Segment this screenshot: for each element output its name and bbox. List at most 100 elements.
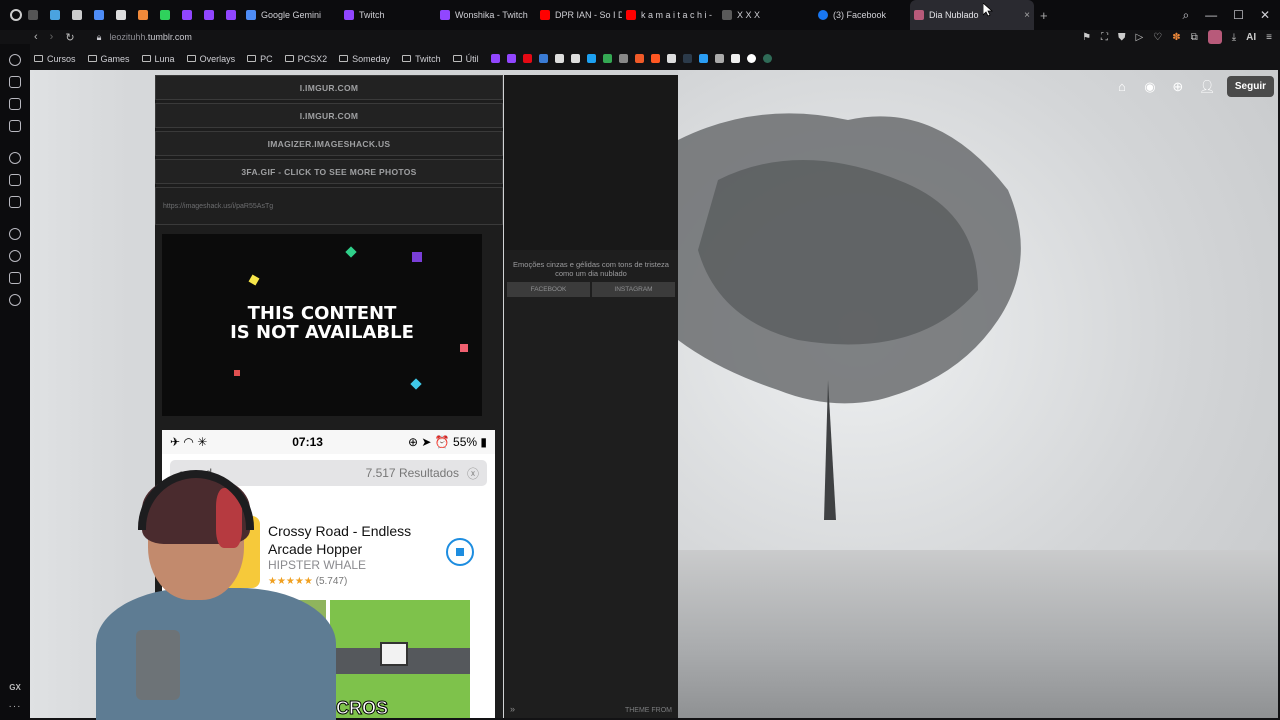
tab-dpr-ian[interactable]: DPR IAN - So I Da bbox=[536, 0, 622, 30]
menu-icon[interactable]: ≡ bbox=[1266, 32, 1272, 43]
download-icon[interactable]: ⤓ bbox=[1232, 32, 1236, 43]
account-icon[interactable]: 👤︎ bbox=[1199, 79, 1216, 94]
tab-dia-nublado[interactable]: Dia Nublado × bbox=[910, 0, 1034, 30]
source-link[interactable]: 3FA.GIF - CLICK TO SEE MORE PHOTOS bbox=[155, 159, 503, 184]
bookmarks-bar: Cursos Games Luna Overlays PC PCSX2 Some… bbox=[30, 50, 1280, 67]
x-icon[interactable] bbox=[666, 54, 676, 63]
bookmark-icon[interactable]: ⚑ bbox=[1082, 32, 1091, 43]
tool-icon[interactable] bbox=[650, 54, 660, 63]
tab-icon[interactable] bbox=[50, 10, 60, 20]
profile-avatar[interactable] bbox=[1207, 30, 1222, 44]
tab-icon[interactable] bbox=[138, 10, 148, 20]
page-icon[interactable] bbox=[570, 54, 580, 63]
more-icon[interactable]: ··· bbox=[9, 701, 22, 712]
theme-credit[interactable]: THEME FROM bbox=[625, 707, 672, 714]
netflix-icon[interactable] bbox=[522, 54, 532, 63]
play-icon[interactable]: ▷ bbox=[1136, 32, 1144, 43]
bookmark-folder-cursos[interactable]: Cursos bbox=[34, 54, 76, 64]
tab-facebook[interactable]: (3) Facebook bbox=[814, 0, 910, 30]
next-page-arrow[interactable]: » bbox=[510, 704, 515, 714]
app-icon[interactable] bbox=[698, 54, 708, 63]
page-icon[interactable] bbox=[554, 54, 564, 63]
add-post-icon[interactable]: ⊕ bbox=[1171, 79, 1185, 94]
tab-icon[interactable] bbox=[160, 10, 170, 20]
forward-icon[interactable]: › bbox=[50, 31, 54, 44]
tab-icon[interactable] bbox=[72, 10, 82, 20]
gmail-icon[interactable] bbox=[730, 54, 740, 63]
bookmark-folder-luna[interactable]: Luna bbox=[141, 54, 175, 64]
new-tab-button[interactable]: + bbox=[1040, 8, 1048, 23]
source-link[interactable]: I.IMGUR.COM bbox=[155, 75, 503, 100]
address-field[interactable]: 🔒︎ leozituhh.tumblr.com bbox=[97, 32, 192, 43]
home-icon[interactable]: ⌂ bbox=[1115, 79, 1129, 94]
twitch-bookmark-icon[interactable] bbox=[506, 54, 516, 63]
cube-icon[interactable] bbox=[9, 272, 21, 284]
reload-icon[interactable]: ↻ bbox=[65, 31, 74, 44]
history-icon[interactable] bbox=[9, 250, 21, 262]
heart-icon[interactable]: ♡ bbox=[1153, 32, 1162, 43]
anchor-icon[interactable] bbox=[538, 54, 548, 63]
tab-twitch[interactable]: Twitch bbox=[340, 0, 436, 30]
bluesky-icon[interactable] bbox=[586, 54, 596, 63]
maximize-icon[interactable]: ☐ bbox=[1233, 8, 1244, 22]
drive-icon[interactable] bbox=[602, 54, 612, 63]
github-icon[interactable] bbox=[746, 54, 756, 63]
tab-gemini[interactable]: Google Gemini bbox=[242, 0, 334, 30]
eye-icon[interactable]: ◉ bbox=[1143, 79, 1157, 94]
twitch-sidebar-icon[interactable] bbox=[9, 174, 21, 186]
bookmark-folder-games[interactable]: Games bbox=[87, 54, 130, 64]
source-link[interactable]: I.IMGUR.COM bbox=[155, 103, 503, 128]
headphones bbox=[138, 470, 254, 530]
foggy-ground bbox=[678, 550, 1278, 718]
app-icon[interactable] bbox=[714, 54, 724, 63]
tab-icon[interactable] bbox=[28, 10, 38, 20]
bookmark-shortcuts bbox=[490, 54, 772, 63]
ai-button[interactable]: AI bbox=[1246, 32, 1256, 43]
puzzle-icon[interactable]: ⧉ bbox=[1191, 32, 1198, 43]
back-icon[interactable]: ‹ bbox=[34, 31, 38, 44]
shield-icon[interactable]: ⛊ bbox=[1118, 32, 1126, 43]
speed-dial-icon[interactable] bbox=[9, 54, 21, 66]
tab-icon[interactable] bbox=[226, 10, 236, 20]
bookmark-folder-overlays[interactable]: Overlays bbox=[186, 54, 235, 64]
player-icon[interactable] bbox=[9, 228, 21, 240]
instagram-button[interactable]: INSTAGRAM bbox=[592, 282, 675, 297]
reddit-icon[interactable] bbox=[634, 54, 644, 63]
twitch-bookmark-icon[interactable] bbox=[490, 54, 500, 63]
snapshot-icon[interactable]: ⛶ bbox=[1101, 32, 1108, 43]
tab-kamaitachi[interactable]: k a m a i t a c h i - bbox=[622, 0, 718, 30]
tab-xxx[interactable]: X X X bbox=[718, 0, 814, 30]
tab-icon[interactable] bbox=[182, 10, 192, 20]
source-link[interactable]: IMAGIZER.IMAGESHACK.US bbox=[155, 131, 503, 156]
extensions-icon[interactable]: ✽ bbox=[1172, 32, 1180, 43]
chatgpt-icon[interactable] bbox=[762, 54, 772, 63]
opera-logo-icon[interactable] bbox=[10, 9, 22, 21]
bookmark-folder-twitch[interactable]: Twitch bbox=[402, 54, 441, 64]
close-tab-icon[interactable]: × bbox=[1024, 10, 1030, 21]
minimize-icon[interactable]: — bbox=[1205, 8, 1217, 22]
app-icon[interactable] bbox=[682, 54, 692, 63]
gx-label[interactable]: GX bbox=[9, 683, 21, 692]
tab-label: Dia Nublado bbox=[929, 10, 979, 20]
bookmark-folder-pc[interactable]: PC bbox=[247, 54, 273, 64]
tab-icon[interactable] bbox=[116, 10, 126, 20]
unavailable-line: THIS CONTENT bbox=[247, 303, 397, 324]
bookmark-folder-pcsx2[interactable]: PCSX2 bbox=[284, 54, 327, 64]
globe-icon[interactable] bbox=[618, 54, 628, 63]
post-source-url[interactable]: https://imageshack.us/i/paR55AsTg bbox=[155, 187, 503, 225]
tab-wonshika[interactable]: Wonshika - Twitch bbox=[436, 0, 536, 30]
x-sidebar-icon[interactable] bbox=[9, 196, 21, 208]
tab-icon[interactable] bbox=[204, 10, 214, 20]
bookmark-folder-someday[interactable]: Someday bbox=[339, 54, 390, 64]
search-tabs-icon[interactable]: ⌕ bbox=[1182, 8, 1189, 23]
game-icon[interactable] bbox=[9, 120, 21, 132]
bookmark-folder-util[interactable]: Útil bbox=[452, 54, 479, 64]
bag-icon[interactable] bbox=[9, 76, 21, 88]
wallet-icon[interactable] bbox=[9, 98, 21, 110]
tab-icon[interactable] bbox=[94, 10, 104, 20]
settings-icon[interactable] bbox=[9, 294, 21, 306]
close-window-icon[interactable]: ✕ bbox=[1260, 8, 1270, 22]
facebook-button[interactable]: FACEBOOK bbox=[507, 282, 590, 297]
chatgpt-sidebar-icon[interactable] bbox=[9, 152, 21, 164]
follow-button[interactable]: Seguir bbox=[1226, 76, 1274, 97]
